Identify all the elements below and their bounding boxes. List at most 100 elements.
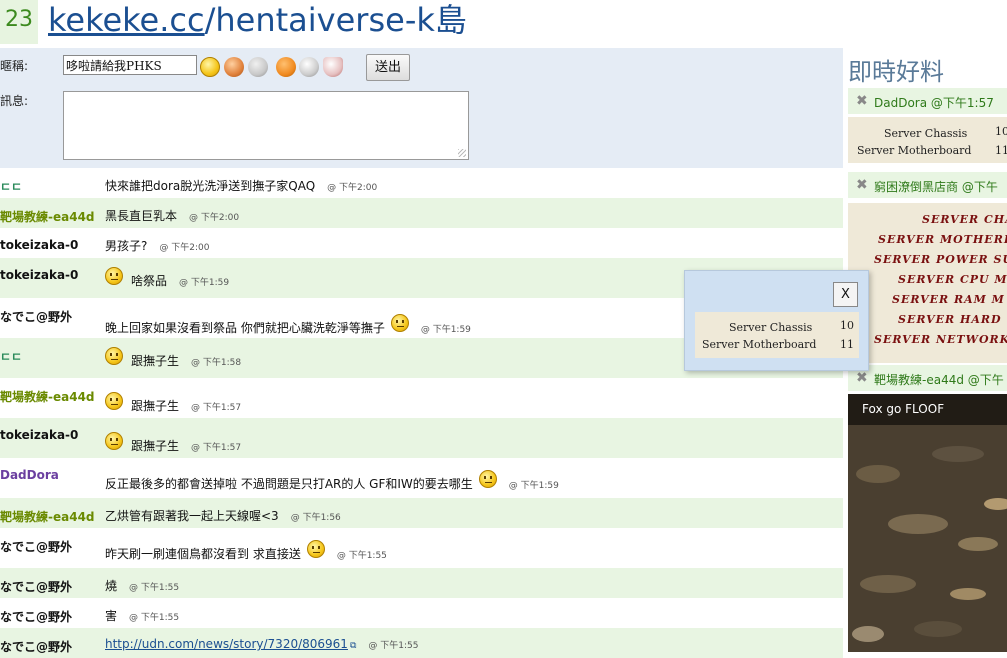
feed-item-name: SERVER RAM M bbox=[892, 293, 1005, 306]
nick-label: 暱稱: bbox=[0, 59, 29, 73]
message-timestamp: @ 下午1:59 bbox=[179, 278, 230, 288]
message-row: tokeizaka-0 男孩子? @ 下午2:00 bbox=[0, 228, 843, 258]
sidebar-title: 即時好料 bbox=[848, 58, 944, 86]
feed-header-1: ✖ DadDora @下午1:57 bbox=[848, 88, 1007, 114]
message-row: なでこ@野外 燒 @ 下午1:55 bbox=[0, 568, 843, 598]
video-embed[interactable]: Fox go FLOOF bbox=[848, 394, 1007, 652]
message-row: ㄷㄷ 快來誰把dora脫光洗淨送到撫子家QAQ @ 下午2:00 bbox=[0, 168, 843, 198]
message-row: なでこ@野外 http://udn.com/news/story/7320/806… bbox=[0, 628, 843, 658]
online-count: 23 bbox=[0, 0, 38, 44]
message-timestamp: @ 下午1:57 bbox=[191, 443, 242, 453]
message-timestamp: @ 下午1:59 bbox=[420, 325, 471, 335]
message-timestamp: @ 下午1:55 bbox=[336, 551, 387, 561]
feed-item-name: SERVER CHA bbox=[922, 213, 1007, 226]
message-body: 害 @ 下午1:55 bbox=[105, 607, 179, 624]
message-timestamp: @ 下午2:00 bbox=[189, 213, 240, 223]
feed-header-2-text[interactable]: 窮困潦倒黑店商 @下午 bbox=[874, 178, 998, 195]
smiley-icon bbox=[105, 391, 123, 410]
feed-box-1: Server Chassis 10 Server Motherboard 11 bbox=[848, 117, 1007, 163]
message-text: 晚上回家如果沒看到祭品 你們就把心臟洗乾淨等撫子 bbox=[105, 321, 385, 335]
message-body: 反正最後多的都會送掉啦 不過問題是只打AR的人 GF和IW的要去哪生 @ 下午1:… bbox=[105, 469, 559, 494]
popup-item-name: Server Motherboard bbox=[702, 338, 817, 351]
feed-header-1-text[interactable]: DadDora @下午1:57 bbox=[874, 94, 994, 111]
message-body: 乙烘管有跟著我一起上天線喔<3 @ 下午1:56 bbox=[105, 507, 341, 524]
message-row: tokeizaka-0 跟撫子生 @ 下午1:57 bbox=[0, 418, 843, 458]
message-link[interactable]: http://udn.com/news/story/7320/806961 bbox=[105, 637, 348, 651]
popup-item-list: Server Chassis 10 Server Motherboard 11 bbox=[695, 312, 859, 358]
message-row: なでこ@野外 害 @ 下午1:55 bbox=[0, 598, 843, 628]
item-popup: X Server Chassis 10 Server Motherboard 1… bbox=[684, 270, 869, 371]
smiley-icon bbox=[105, 266, 123, 285]
magnify-icon[interactable] bbox=[248, 57, 268, 77]
message-text: 燒 bbox=[105, 579, 118, 593]
message-timestamp: @ 下午1:55 bbox=[129, 583, 180, 593]
feed-header-3-text[interactable]: 靶場教練-ea44d @下午 bbox=[874, 371, 1004, 388]
feed-item-name: SERVER MOTHERB bbox=[878, 233, 1007, 246]
peace-icon[interactable] bbox=[276, 57, 296, 77]
shield-icon[interactable] bbox=[323, 57, 343, 77]
smile-icon[interactable] bbox=[200, 57, 220, 77]
message-text: 跟撫子生 bbox=[131, 439, 180, 453]
send-button[interactable]: 送出 bbox=[366, 54, 410, 81]
message-username[interactable]: なでこ@野外 bbox=[0, 308, 72, 325]
message-username[interactable]: なでこ@野外 bbox=[0, 608, 72, 625]
message-timestamp: @ 下午1:55 bbox=[368, 641, 419, 651]
popup-item-qty: 11 bbox=[840, 338, 854, 351]
message-text: 跟撫子生 bbox=[131, 399, 180, 413]
popup-close-button[interactable]: X bbox=[833, 282, 858, 307]
feed-item-name: SERVER CPU M bbox=[898, 273, 1007, 286]
message-username[interactable]: なでこ@野外 bbox=[0, 538, 72, 555]
message-body: 黑長直巨乳本 @ 下午2:00 bbox=[105, 207, 239, 224]
message-timestamp: @ 下午2:00 bbox=[159, 243, 210, 253]
page-title[interactable]: kekeke.cc/hentaiverse-k島 bbox=[48, 0, 467, 40]
message-username[interactable]: DadDora bbox=[0, 468, 59, 482]
message-text: 反正最後多的都會送掉啦 不過問題是只打AR的人 GF和IW的要去哪生 bbox=[105, 477, 473, 491]
popup-item-name: Server Chassis bbox=[729, 321, 813, 334]
message-timestamp: @ 下午1:55 bbox=[129, 613, 180, 623]
heart-icon[interactable] bbox=[224, 57, 244, 77]
message-username[interactable]: 靶場教練-ea44d bbox=[0, 388, 95, 405]
message-text: 昨天刷一刷連個鳥都沒看到 求直接送 bbox=[105, 547, 301, 561]
message-text: 男孩子? bbox=[105, 239, 148, 253]
resize-grip-icon[interactable] bbox=[458, 149, 466, 157]
message-text: 快來誰把dora脫光洗淨送到撫子家QAQ bbox=[105, 179, 316, 193]
nickname-input[interactable]: 哆啦請給我PHKS bbox=[63, 55, 197, 75]
title-domain-link[interactable]: kekeke.cc bbox=[48, 1, 205, 39]
message-timestamp: @ 下午1:56 bbox=[290, 513, 341, 523]
message-username[interactable]: なでこ@野外 bbox=[0, 578, 72, 595]
message-username[interactable]: 靶場教練-ea44d bbox=[0, 208, 95, 225]
message-text: 乙烘管有跟著我一起上天線喔<3 bbox=[105, 509, 279, 523]
video-thumbnail bbox=[848, 394, 1007, 652]
message-username[interactable]: ㄷㄷ bbox=[0, 178, 22, 195]
message-username[interactable]: 靶場教練-ea44d bbox=[0, 508, 95, 525]
message-body: 晚上回家如果沒看到祭品 你們就把心臟洗乾淨等撫子 @ 下午1:59 bbox=[105, 313, 471, 338]
message-row: DadDora 反正最後多的都會送掉啦 不過問題是只打AR的人 GF和IW的要去哪… bbox=[0, 458, 843, 498]
close-icon[interactable]: ✖ bbox=[856, 93, 868, 109]
title-path: /hentaiverse-k島 bbox=[204, 1, 467, 39]
message-timestamp: @ 下午1:59 bbox=[508, 481, 559, 491]
feed-item-name: Server Motherboard bbox=[857, 144, 972, 157]
message-username[interactable]: tokeizaka-0 bbox=[0, 268, 78, 282]
message-username[interactable]: なでこ@野外 bbox=[0, 638, 72, 655]
message-body: 跟撫子生 @ 下午1:58 bbox=[105, 346, 241, 371]
message-timestamp: @ 下午2:00 bbox=[327, 183, 378, 193]
close-icon[interactable]: ✖ bbox=[856, 177, 868, 193]
smiley-icon bbox=[390, 313, 409, 332]
message-label: 訊息: bbox=[0, 94, 29, 108]
message-text: 跟撫子生 bbox=[131, 354, 180, 368]
message-body: 啥祭品 @ 下午1:59 bbox=[105, 266, 230, 291]
close-icon[interactable]: ✖ bbox=[856, 370, 868, 386]
smiley-icon bbox=[306, 539, 325, 558]
feed-header-2: ✖ 窮困潦倒黑店商 @下午 bbox=[848, 172, 1007, 198]
page-header: 23 kekeke.cc/hentaiverse-k島 bbox=[0, 0, 1007, 48]
smiley-icon bbox=[105, 431, 123, 450]
message-textarea[interactable] bbox=[63, 91, 469, 160]
message-username[interactable]: tokeizaka-0 bbox=[0, 238, 78, 252]
message-body: 昨天刷一刷連個鳥都沒看到 求直接送 @ 下午1:55 bbox=[105, 539, 387, 564]
message-username[interactable]: ㄷㄷ bbox=[0, 348, 22, 365]
message-row: 靶場教練-ea44d 跟撫子生 @ 下午1:57 bbox=[0, 378, 843, 418]
message-text: 啥祭品 bbox=[131, 274, 168, 288]
message-username[interactable]: tokeizaka-0 bbox=[0, 428, 78, 442]
handcuffs-icon[interactable] bbox=[299, 57, 319, 77]
video-caption[interactable]: Fox go FLOOF bbox=[862, 402, 944, 416]
